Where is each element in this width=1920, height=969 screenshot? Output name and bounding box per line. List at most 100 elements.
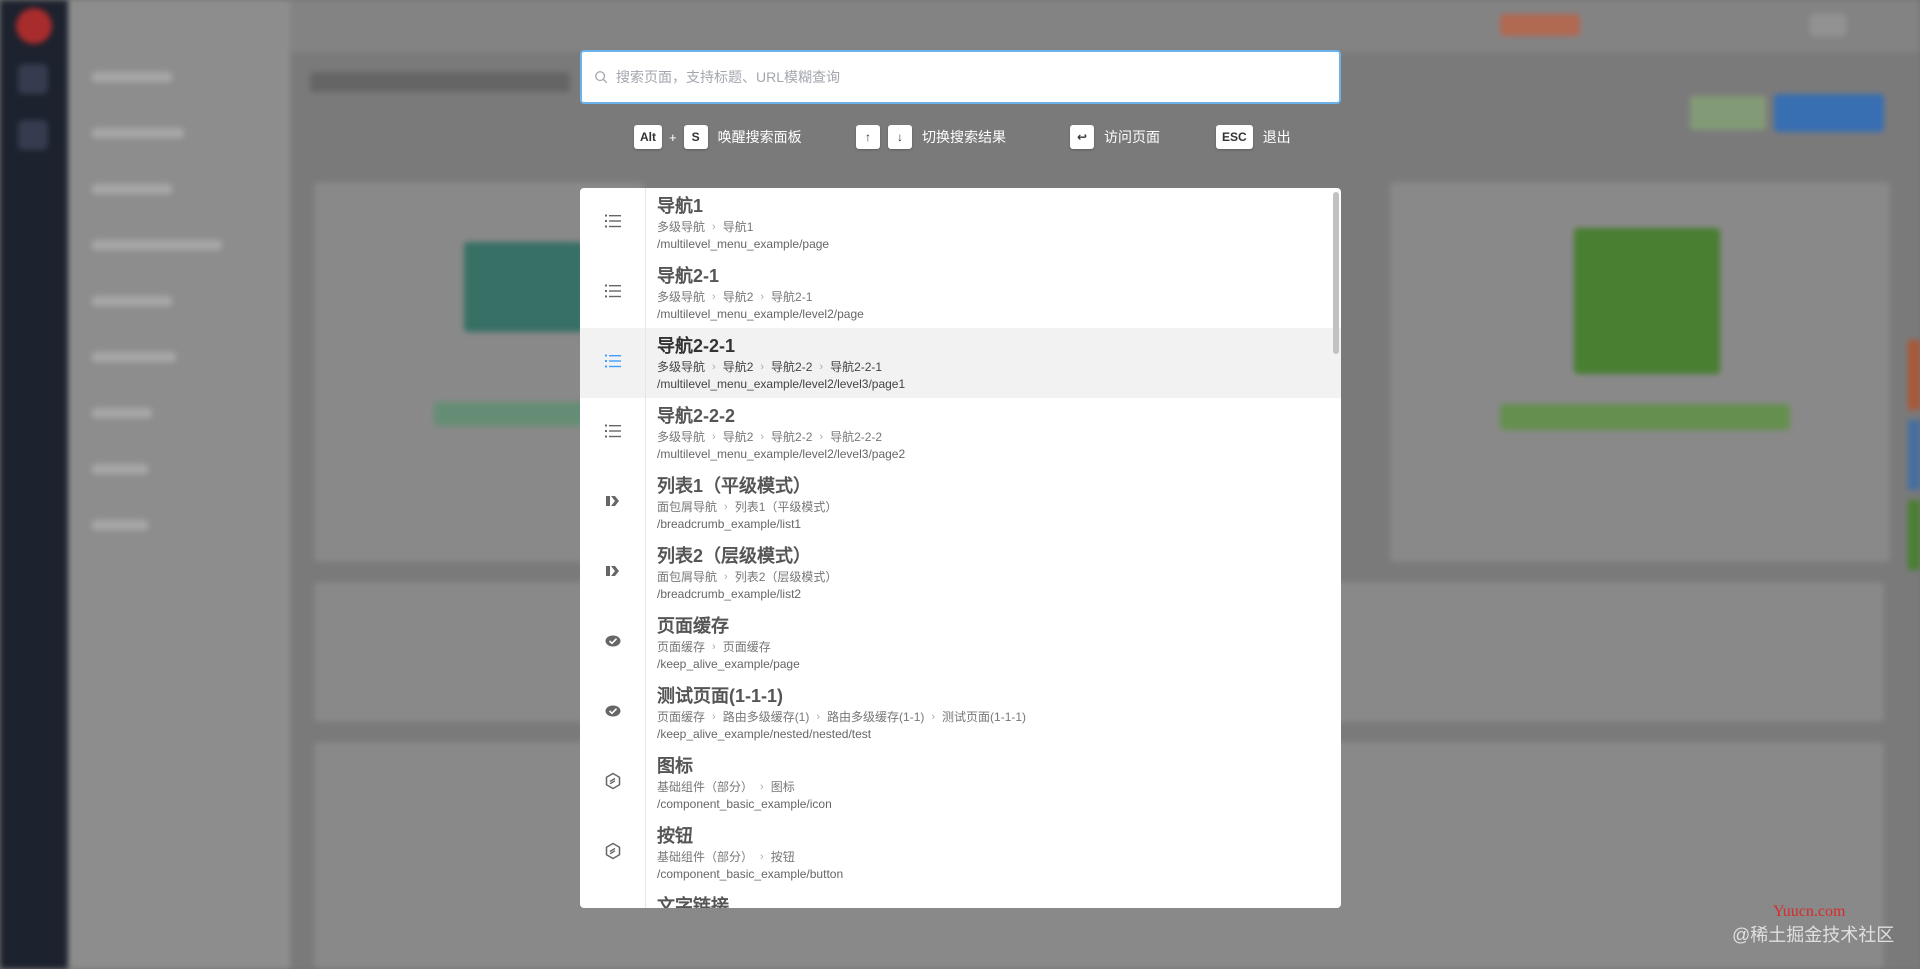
search-result-item[interactable]: 列表1（平级模式） 面包屑导航 › 列表1（平级模式） /breadcrumb_exam… bbox=[580, 468, 1341, 538]
breadcrumb-item: 多级导航 bbox=[657, 360, 706, 374]
result-icon-cell bbox=[580, 678, 646, 748]
result-path: /multilevel_menu_example/level2/page bbox=[657, 307, 864, 321]
hint-label: 切换搜索结果 bbox=[922, 129, 1006, 145]
breadcrumb-item: 导航2-2 bbox=[771, 360, 813, 374]
hint-label: 访问页面 bbox=[1104, 129, 1160, 145]
chevron-right-icon: › bbox=[712, 361, 716, 373]
result-icon-cell bbox=[580, 468, 646, 538]
search-result-item[interactable]: 按钮 基础组件（部分） › 按钮/component_basic_example/bu… bbox=[580, 818, 1341, 888]
chevron-right-icon: › bbox=[712, 431, 716, 443]
search-result-item[interactable]: 导航1 多级导航 › 导航1/multilevel_menu_example/page bbox=[580, 188, 1341, 258]
result-title: 图标 bbox=[657, 756, 693, 776]
breadcrumb-item: 测试页面(1-1-1) bbox=[942, 710, 1027, 724]
watermark-site: Yuucn.com bbox=[1773, 903, 1846, 920]
search-icon bbox=[595, 71, 608, 84]
result-icon-cell bbox=[580, 188, 646, 258]
breadcrumb-item: 页面缓存 bbox=[722, 640, 771, 654]
hint-label: 退出 bbox=[1262, 129, 1291, 145]
result-body: 导航1 多级导航 › 导航1/multilevel_menu_example/page bbox=[646, 188, 829, 258]
breadcrumb-item: 页面缓存 bbox=[657, 640, 706, 654]
result-breadcrumb: 多级导航 › 导航2 › 导航2-2 › 导航2-2-1 bbox=[657, 360, 905, 374]
list-icon bbox=[603, 351, 623, 376]
chevron-right-icon: › bbox=[760, 291, 765, 303]
result-title: 测试页面(1-1-1) bbox=[657, 686, 784, 706]
result-breadcrumb: 页面缓存 › 页面缓存 bbox=[657, 640, 800, 654]
result-path: /multilevel_menu_example/level2/level3/p… bbox=[657, 447, 906, 461]
result-path: /component_basic_example/icon bbox=[657, 797, 832, 811]
breadcrumb-item: 列表2（层级模式） bbox=[734, 570, 838, 584]
key-alt: Alt bbox=[634, 125, 662, 149]
chevron-right-icon: › bbox=[724, 501, 728, 513]
chevron-right-icon: › bbox=[931, 711, 936, 723]
breadcrumb-item: 路由多级缓存(1) bbox=[722, 710, 810, 724]
breadcrumb-item: 按钮 bbox=[770, 850, 795, 864]
result-body: 图标 基础组件（部分） › 图标/component_basic_example/ic… bbox=[646, 748, 832, 818]
breadcrumb-item: 基础组件（部分） bbox=[657, 780, 754, 794]
breadcrumb-icon bbox=[603, 491, 623, 516]
enter-icon: ↩ bbox=[1070, 125, 1094, 149]
list-icon bbox=[603, 281, 623, 306]
result-icon-cell bbox=[580, 748, 646, 818]
search-result-item[interactable]: 导航2-2-1 多级导航 › 导航2 › 导航2-2 › 导航2-2-1/multilevel… bbox=[580, 328, 1341, 398]
key-s: S bbox=[683, 125, 708, 149]
search-result-item[interactable]: 页面缓存 页面缓存 › 页面缓存/keep_alive_example/page bbox=[580, 608, 1341, 678]
search-input[interactable] bbox=[616, 69, 1339, 85]
breadcrumb-item: 多级导航 bbox=[657, 220, 706, 234]
hint-label: 唤醒搜索面板 bbox=[717, 129, 802, 145]
search-result-item[interactable]: 图标 基础组件（部分） › 图标/component_basic_example/ic… bbox=[580, 748, 1341, 818]
chevron-right-icon: › bbox=[760, 781, 764, 793]
search-result-item[interactable]: 测试页面(1-1-1) 页面缓存 › 路由多级缓存(1) › 路由多级缓存(1-1) › 测试… bbox=[580, 678, 1341, 748]
search-result-item[interactable]: 导航2-1 多级导航 › 导航2 › 导航2-1/multilevel_menu_exam… bbox=[580, 258, 1341, 328]
breadcrumb-item: 导航2-2-1 bbox=[830, 360, 883, 374]
result-path: /breadcrumb_example/list1 bbox=[657, 517, 802, 531]
search-result-list[interactable]: 导航1 多级导航 › 导航1/multilevel_menu_example/page… bbox=[580, 188, 1341, 908]
breadcrumb-item: 列表1（平级模式） bbox=[734, 500, 838, 514]
breadcrumb-item: 路由多级缓存(1-1) bbox=[827, 710, 925, 724]
hint-wake-panel: Alt + S 唤醒搜索面板 bbox=[634, 124, 802, 150]
result-body: 按钮 基础组件（部分） › 按钮/component_basic_example/bu… bbox=[646, 818, 843, 888]
result-title: 按钮 bbox=[657, 826, 693, 846]
chevron-right-icon: › bbox=[712, 711, 716, 723]
breadcrumb-item: 导航1 bbox=[722, 220, 754, 234]
search-input-box[interactable] bbox=[580, 50, 1341, 104]
hint-exit: ESC 退出 bbox=[1216, 124, 1291, 150]
result-icon-cell bbox=[580, 398, 646, 468]
result-body: 文字链接 bbox=[646, 888, 729, 909]
result-breadcrumb: 多级导航 › 导航2 › 导航2-1 bbox=[657, 290, 864, 304]
scrollbar-thumb[interactable] bbox=[1333, 192, 1339, 354]
breadcrumb-item: 导航2 bbox=[722, 290, 754, 304]
search-result-item[interactable]: 导航2-2-2 多级导航 › 导航2 › 导航2-2 › 导航2-2-2/multilevel… bbox=[580, 398, 1341, 468]
scrollbar[interactable] bbox=[1331, 188, 1341, 908]
result-body: 列表2（层级模式） 面包屑导航 › 列表2（层级模式） /breadcrumb_exam… bbox=[646, 538, 837, 608]
breadcrumb-item: 多级导航 bbox=[657, 430, 706, 444]
result-icon-cell bbox=[580, 328, 646, 398]
chevron-right-icon: › bbox=[819, 431, 824, 443]
result-title: 导航2-2-2 bbox=[657, 406, 736, 426]
list-icon bbox=[603, 421, 623, 446]
result-icon-cell bbox=[580, 608, 646, 678]
search-result-item[interactable]: 列表2（层级模式） 面包屑导航 › 列表2（层级模式） /breadcrumb_exam… bbox=[580, 538, 1341, 608]
breadcrumb-item: 导航2 bbox=[722, 360, 754, 374]
chevron-right-icon: › bbox=[819, 361, 824, 373]
result-breadcrumb: 多级导航 › 导航2 › 导航2-2 › 导航2-2-2 bbox=[657, 430, 905, 444]
breadcrumb-item: 图标 bbox=[770, 780, 795, 794]
result-path: /multilevel_menu_example/page bbox=[657, 237, 830, 251]
chevron-right-icon: › bbox=[712, 221, 716, 233]
breadcrumb-item: 导航2-1 bbox=[771, 290, 813, 304]
keyboard-hints: Alt + S 唤醒搜索面板 ↑ ↓ 切换搜索结果 ↩ 访问页面 ESC 退出 bbox=[580, 124, 1341, 150]
result-breadcrumb: 基础组件（部分） › 按钮 bbox=[657, 850, 843, 864]
result-body: 测试页面(1-1-1) 页面缓存 › 路由多级缓存(1) › 路由多级缓存(1-1) › 测试… bbox=[646, 678, 1026, 748]
search-result-item[interactable]: 文字链接 bbox=[580, 888, 1341, 908]
hint-visit-page: ↩ 访问页面 bbox=[1070, 124, 1160, 150]
result-path: /multilevel_menu_example/level2/level3/p… bbox=[657, 377, 906, 391]
result-icon-cell bbox=[580, 538, 646, 608]
result-path: /breadcrumb_example/list2 bbox=[657, 587, 802, 601]
breadcrumb-item: 导航2-2-2 bbox=[830, 430, 883, 444]
result-title: 列表2（层级模式） bbox=[657, 546, 812, 566]
result-icon-cell bbox=[580, 818, 646, 888]
chevron-right-icon: › bbox=[760, 851, 764, 863]
chevron-right-icon: › bbox=[760, 431, 765, 443]
key-joiner: + bbox=[669, 129, 677, 145]
result-breadcrumb: 页面缓存 › 路由多级缓存(1) › 路由多级缓存(1-1) › 测试页面(1-1-1) bbox=[657, 710, 1026, 724]
chevron-right-icon: › bbox=[712, 291, 716, 303]
